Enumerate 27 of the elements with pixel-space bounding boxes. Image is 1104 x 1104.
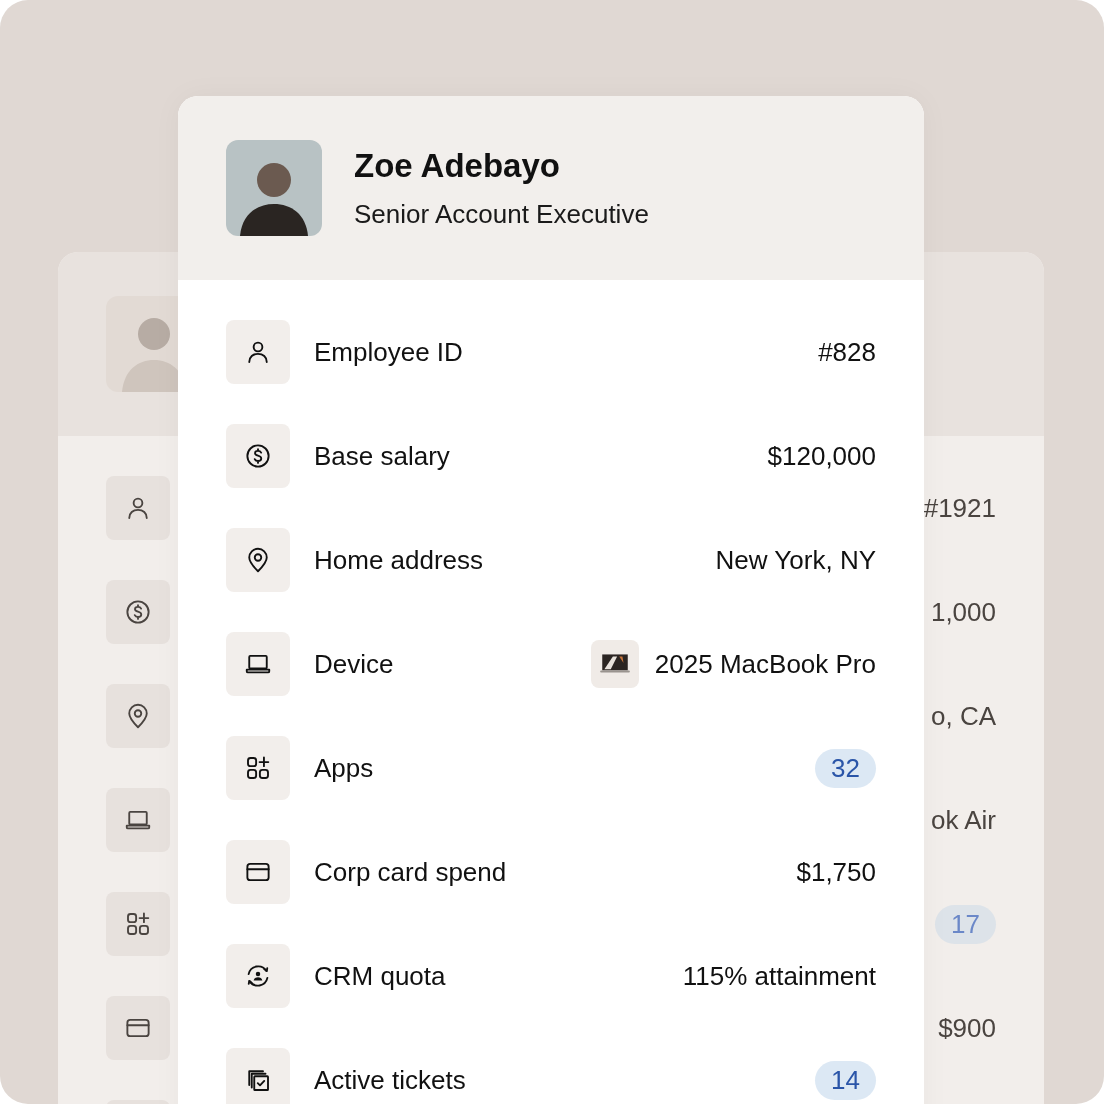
field-value: #1921	[923, 492, 996, 524]
field-label: CRM quota	[314, 960, 447, 992]
employee-name: Zoe Adebayo	[354, 146, 561, 185]
field-label: Home address	[314, 544, 485, 576]
field-label: Device	[314, 648, 395, 680]
field-value: ok Air	[930, 804, 996, 836]
field-label: Employee ID	[314, 336, 464, 368]
field-label: Apps	[314, 752, 375, 784]
laptop-thumbnail	[590, 640, 639, 688]
field-value: $1,750	[796, 856, 876, 888]
field-label: Corp card spend	[314, 856, 508, 888]
count-badge: 14	[815, 1060, 876, 1100]
dollar-coin-icon	[123, 597, 153, 627]
field-value: 115% attainment	[682, 960, 876, 992]
field-value: #828	[818, 336, 876, 368]
count-badge: 32	[815, 748, 876, 788]
field-value: o, CA	[930, 700, 996, 732]
count-badge: 17	[935, 904, 996, 944]
job-title: Senior Account Executive	[354, 198, 649, 230]
field-label: Active tickets	[314, 1064, 467, 1096]
field-label: Base salary	[314, 440, 451, 472]
field-value: 2025 MacBook Pro	[654, 648, 876, 680]
dollar-coin-icon	[243, 441, 273, 471]
field-value: $900	[938, 1012, 996, 1044]
field-value: 1,000	[930, 596, 996, 628]
field-value: New York, NY	[715, 544, 876, 576]
field-value: $120,000	[767, 440, 876, 472]
